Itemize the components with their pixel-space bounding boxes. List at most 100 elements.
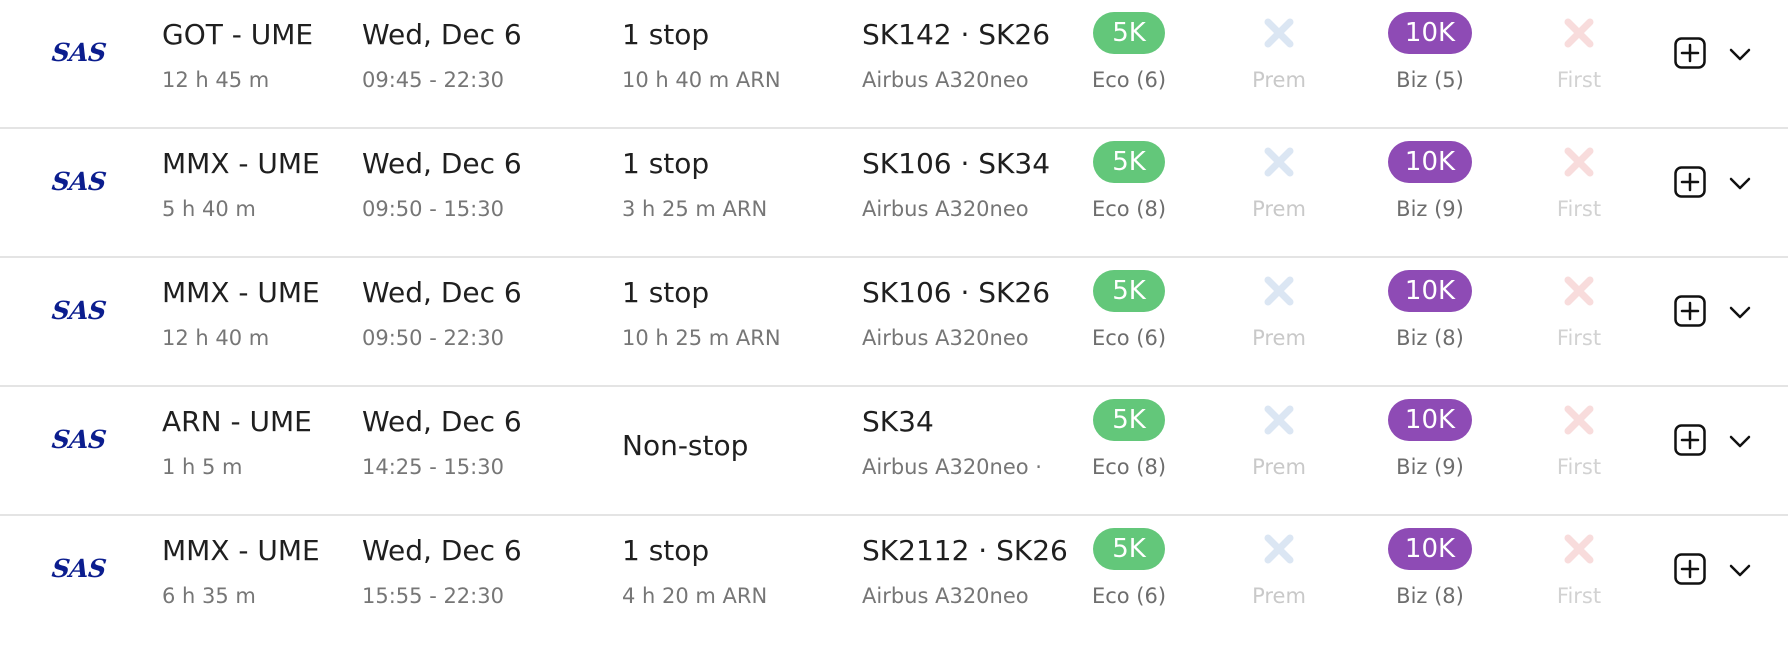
- prem-label: Prem: [1252, 584, 1306, 608]
- duration: 1 h 5 m: [162, 455, 243, 479]
- add-plus-square-icon[interactable]: [1674, 37, 1706, 69]
- first-label: First: [1556, 197, 1602, 221]
- flight-row[interactable]: SAS GOT - UME 12 h 45 m Wed, Dec 6 09:45…: [0, 0, 1788, 129]
- route: ARN - UME: [162, 405, 312, 438]
- eco-cost-badge[interactable]: 5K: [1093, 12, 1165, 54]
- times: 09:50 - 15:30: [362, 197, 504, 221]
- eco-label: Eco (6): [1091, 326, 1167, 350]
- route: MMX - UME: [162, 147, 320, 180]
- first-unavailable-x-icon: [1564, 147, 1594, 177]
- route: GOT - UME: [162, 18, 314, 51]
- eco-label: Eco (8): [1091, 455, 1167, 479]
- flight-numbers: SK34: [862, 405, 934, 438]
- date: Wed, Dec 6: [362, 18, 522, 51]
- route: MMX - UME: [162, 276, 320, 309]
- prem-label: Prem: [1252, 197, 1306, 221]
- aircraft: Airbus A320neo: [862, 68, 1029, 92]
- times: 14:25 - 15:30: [362, 455, 504, 479]
- prem-unavailable-x-icon: [1264, 405, 1294, 435]
- first-unavailable-x-icon: [1564, 534, 1594, 564]
- biz-cost-badge[interactable]: 10K: [1388, 399, 1472, 441]
- airline-logo: SAS: [50, 554, 108, 583]
- date: Wed, Dec 6: [362, 276, 522, 309]
- prem-unavailable-x-icon: [1264, 147, 1294, 177]
- first-unavailable-x-icon: [1564, 18, 1594, 48]
- first-label: First: [1556, 584, 1602, 608]
- layover: 10 h 40 m ARN: [622, 68, 781, 92]
- biz-label: Biz (9): [1396, 455, 1464, 479]
- eco-cost-badge[interactable]: 5K: [1093, 270, 1165, 312]
- add-plus-square-icon[interactable]: [1674, 424, 1706, 456]
- prem-label: Prem: [1252, 68, 1306, 92]
- biz-cost-badge[interactable]: 10K: [1388, 141, 1472, 183]
- eco-label: Eco (6): [1091, 584, 1167, 608]
- airline-logo: SAS: [50, 38, 108, 67]
- biz-label: Biz (5): [1396, 68, 1464, 92]
- biz-cost-badge[interactable]: 10K: [1388, 528, 1472, 570]
- layover: 3 h 25 m ARN: [622, 197, 768, 221]
- times: 15:55 - 22:30: [362, 584, 504, 608]
- prem-unavailable-x-icon: [1264, 276, 1294, 306]
- flight-row[interactable]: SAS MMX - UME 12 h 40 m Wed, Dec 6 09:50…: [0, 258, 1788, 387]
- flight-numbers: SK2112 · SK26: [862, 534, 1068, 567]
- biz-label: Biz (9): [1396, 197, 1464, 221]
- date: Wed, Dec 6: [362, 405, 522, 438]
- route: MMX - UME: [162, 534, 320, 567]
- stops: 1 stop: [622, 276, 710, 309]
- flight-numbers: SK106 · SK34: [862, 147, 1051, 180]
- biz-cost-badge[interactable]: 10K: [1388, 12, 1472, 54]
- layover: 10 h 25 m ARN: [622, 326, 781, 350]
- prem-label: Prem: [1252, 326, 1306, 350]
- add-plus-square-icon[interactable]: [1674, 295, 1706, 327]
- airline-logo: SAS: [50, 296, 108, 325]
- flight-row[interactable]: SAS MMX - UME 6 h 35 m Wed, Dec 6 15:55 …: [0, 516, 1788, 645]
- date: Wed, Dec 6: [362, 534, 522, 567]
- flight-numbers: SK106 · SK26: [862, 276, 1051, 309]
- aircraft: Airbus A320neo ·: [862, 455, 1042, 479]
- first-unavailable-x-icon: [1564, 405, 1594, 435]
- aircraft: Airbus A320neo: [862, 326, 1029, 350]
- first-unavailable-x-icon: [1564, 276, 1594, 306]
- eco-cost-badge[interactable]: 5K: [1093, 141, 1165, 183]
- flight-numbers: SK142 · SK26: [862, 18, 1051, 51]
- eco-label: Eco (8): [1091, 197, 1167, 221]
- flight-row[interactable]: SAS MMX - UME 5 h 40 m Wed, Dec 6 09:50 …: [0, 129, 1788, 258]
- times: 09:45 - 22:30: [362, 68, 504, 92]
- stops: 1 stop: [622, 18, 710, 51]
- eco-label: Eco (6): [1091, 68, 1167, 92]
- add-plus-square-icon[interactable]: [1674, 166, 1706, 198]
- prem-label: Prem: [1252, 455, 1306, 479]
- times: 09:50 - 22:30: [362, 326, 504, 350]
- aircraft: Airbus A320neo: [862, 197, 1029, 221]
- duration: 6 h 35 m: [162, 584, 256, 608]
- date: Wed, Dec 6: [362, 147, 522, 180]
- biz-label: Biz (8): [1396, 326, 1464, 350]
- add-plus-square-icon[interactable]: [1674, 553, 1706, 585]
- expand-chevron-down-icon[interactable]: [1726, 427, 1754, 455]
- stops: 1 stop: [622, 534, 710, 567]
- expand-chevron-down-icon[interactable]: [1726, 169, 1754, 197]
- airline-logo: SAS: [50, 425, 108, 454]
- first-label: First: [1556, 455, 1602, 479]
- prem-unavailable-x-icon: [1264, 534, 1294, 564]
- first-label: First: [1556, 68, 1602, 92]
- aircraft: Airbus A320neo: [862, 584, 1029, 608]
- biz-label: Biz (8): [1396, 584, 1464, 608]
- expand-chevron-down-icon[interactable]: [1726, 556, 1754, 584]
- expand-chevron-down-icon[interactable]: [1726, 40, 1754, 68]
- biz-cost-badge[interactable]: 10K: [1388, 270, 1472, 312]
- layover: 4 h 20 m ARN: [622, 584, 768, 608]
- duration: 12 h 40 m: [162, 326, 270, 350]
- stops: 1 stop: [622, 147, 710, 180]
- eco-cost-badge[interactable]: 5K: [1093, 399, 1165, 441]
- prem-unavailable-x-icon: [1264, 18, 1294, 48]
- stops: Non-stop: [622, 429, 749, 462]
- duration: 12 h 45 m: [162, 68, 270, 92]
- flight-results-list: SAS GOT - UME 12 h 45 m Wed, Dec 6 09:45…: [0, 0, 1788, 645]
- flight-row[interactable]: SAS ARN - UME 1 h 5 m Wed, Dec 6 14:25 -…: [0, 387, 1788, 516]
- expand-chevron-down-icon[interactable]: [1726, 298, 1754, 326]
- first-label: First: [1556, 326, 1602, 350]
- eco-cost-badge[interactable]: 5K: [1093, 528, 1165, 570]
- airline-logo: SAS: [50, 167, 108, 196]
- duration: 5 h 40 m: [162, 197, 256, 221]
